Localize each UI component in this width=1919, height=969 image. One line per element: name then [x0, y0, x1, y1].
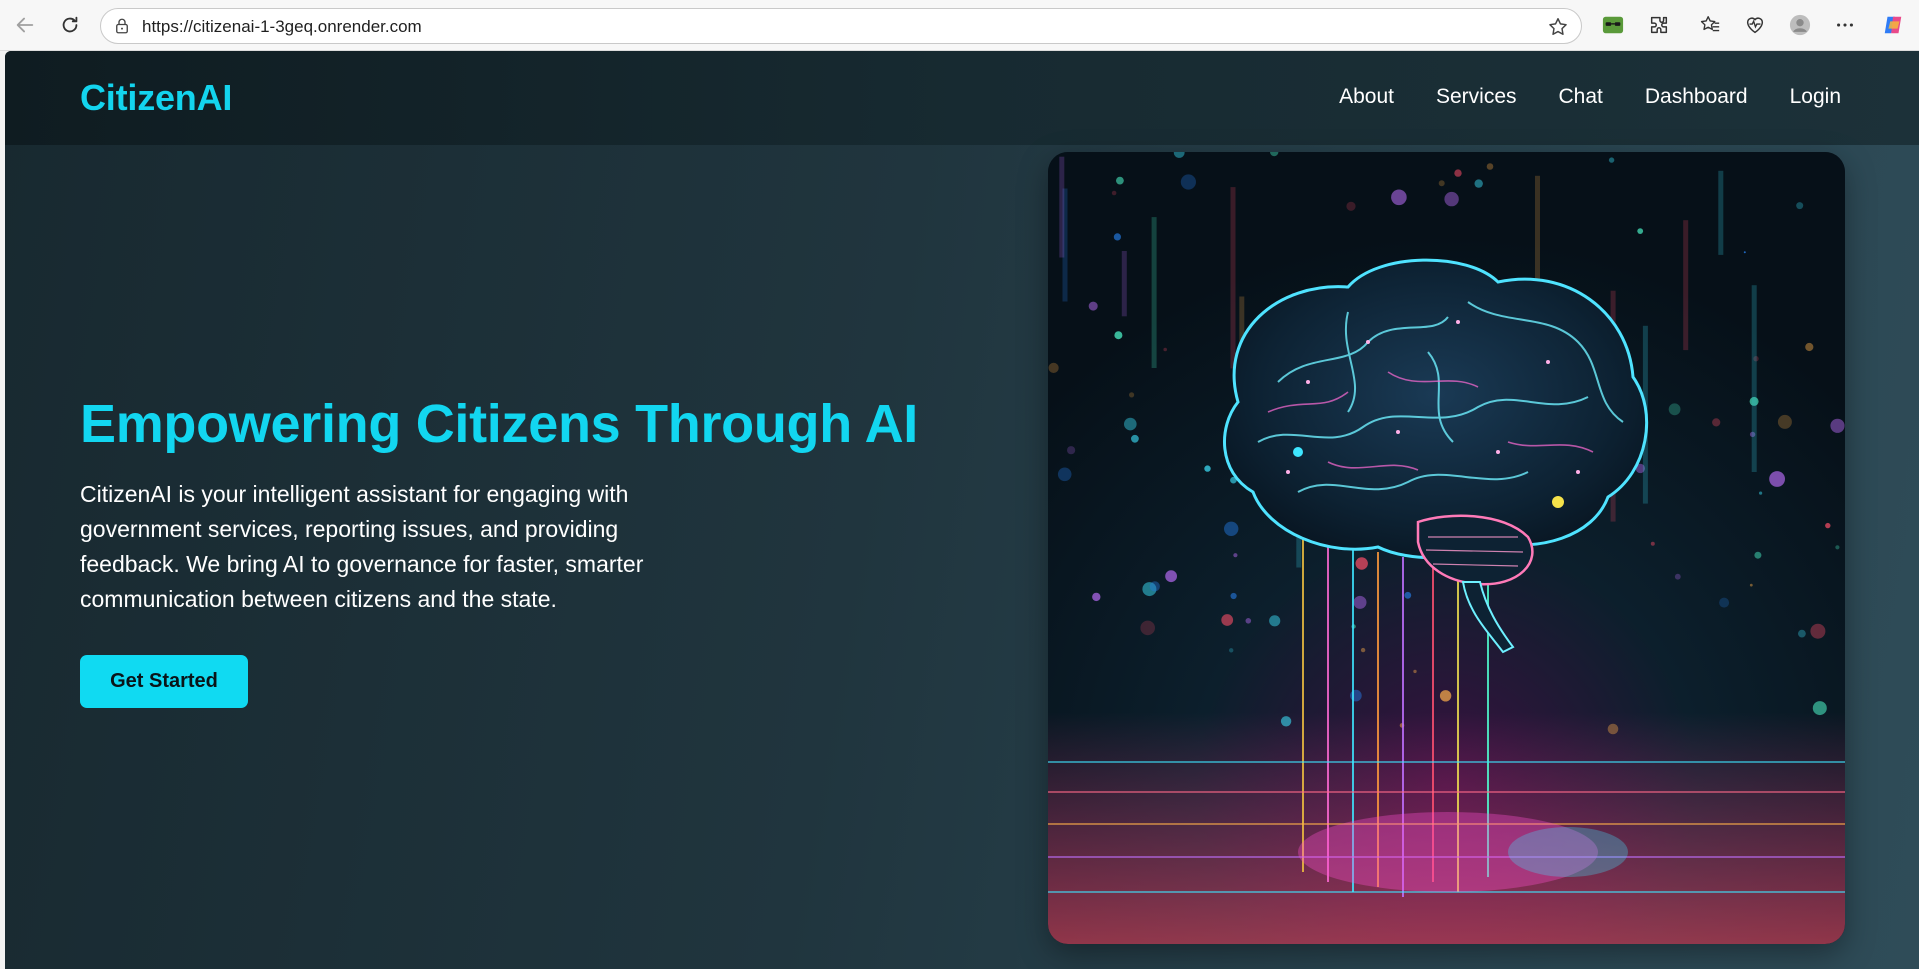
reload-icon[interactable] — [57, 12, 83, 38]
get-started-button[interactable]: Get Started — [80, 655, 248, 708]
main-nav: About Services Chat Dashboard Login — [1339, 85, 1841, 109]
url-text[interactable]: https://citizenai-1-3geq.onrender.com — [142, 17, 422, 37]
address-bar[interactable]: https://citizenai-1-3geq.onrender.com — [100, 8, 1582, 44]
glasses-extension-icon[interactable] — [1600, 12, 1626, 38]
lock-icon[interactable] — [113, 17, 131, 35]
profile-icon[interactable] — [1787, 12, 1813, 38]
hero-image — [1048, 152, 1845, 944]
more-icon[interactable] — [1832, 12, 1858, 38]
nav-link-about[interactable]: About — [1339, 85, 1394, 109]
site-logo[interactable]: CitizenAI — [80, 77, 232, 119]
star-icon[interactable] — [1547, 16, 1569, 38]
nav-link-login[interactable]: Login — [1790, 85, 1841, 109]
extensions-icon[interactable] — [1646, 12, 1672, 38]
hero-description: CitizenAI is your intelligent assistant … — [80, 481, 644, 612]
browser-toolbar: https://citizenai-1-3geq.onrender.com — [0, 0, 1919, 51]
nav-link-services[interactable]: Services — [1436, 85, 1517, 109]
copilot-icon[interactable] — [1880, 12, 1906, 38]
back-icon[interactable] — [12, 12, 38, 38]
ai-brain-illustration — [1048, 152, 1845, 944]
nav-link-dashboard[interactable]: Dashboard — [1645, 85, 1748, 109]
web-page: CitizenAI About Services Chat Dashboard … — [5, 51, 1919, 969]
hero-title: Empowering Citizens Through AI — [80, 394, 918, 454]
favorites-icon[interactable] — [1697, 12, 1723, 38]
site-header: CitizenAI About Services Chat Dashboard … — [5, 51, 1919, 145]
nav-link-chat[interactable]: Chat — [1559, 85, 1603, 109]
health-icon[interactable] — [1742, 12, 1768, 38]
